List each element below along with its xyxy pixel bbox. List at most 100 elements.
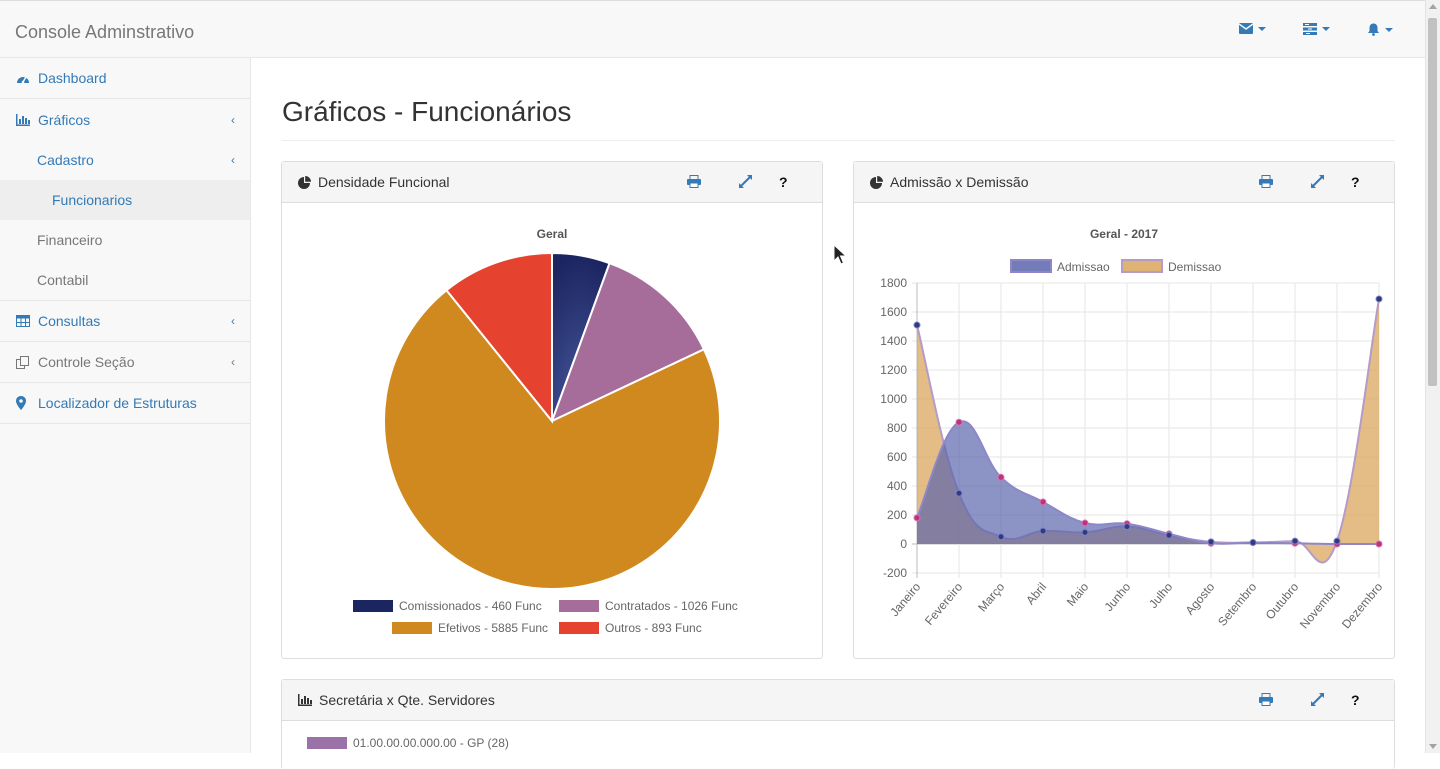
legend-swatch xyxy=(307,737,347,749)
data-point-demissao[interactable] xyxy=(1375,295,1383,303)
legend-label[interactable]: Demissao xyxy=(1168,260,1222,274)
x-tick-label: Abril xyxy=(1023,580,1049,607)
legend-item-secretaria[interactable]: 01.00.00.00.000.00 - GP (28) xyxy=(307,736,509,750)
data-point-demissao[interactable] xyxy=(1333,537,1341,545)
data-point-demissao[interactable] xyxy=(1249,539,1257,547)
bar-chart-icon xyxy=(16,113,32,126)
data-point-demissao[interactable] xyxy=(913,321,921,329)
data-point-admissao[interactable] xyxy=(913,514,921,522)
brand-title[interactable]: Console Adminstrativo xyxy=(15,22,194,43)
data-point-admissao[interactable] xyxy=(997,473,1005,481)
data-point-admissao[interactable] xyxy=(1039,498,1047,506)
print-icon xyxy=(1259,693,1273,706)
legend-item-efetivos[interactable]: Efetivos - 5885 Func xyxy=(392,621,548,635)
legend-swatch xyxy=(392,622,432,634)
sidebar-label: Consultas xyxy=(38,313,101,329)
expand-icon xyxy=(1311,175,1324,188)
legend-swatch xyxy=(559,622,599,634)
map-marker-icon xyxy=(16,396,32,410)
alerts-dropdown[interactable] xyxy=(1367,23,1393,36)
data-point-admissao[interactable] xyxy=(1375,540,1383,548)
chevron-left-icon: ‹ xyxy=(231,153,235,167)
y-tick-label: 1200 xyxy=(880,363,907,377)
y-tick-label: 800 xyxy=(887,421,907,435)
series-area-admissao xyxy=(917,421,1379,545)
pie-chart-icon xyxy=(298,175,311,189)
sidebar-item-financeiro[interactable]: Financeiro xyxy=(0,220,250,260)
expand-button[interactable] xyxy=(1311,693,1324,706)
dashboard-icon xyxy=(16,72,32,84)
area-chart: Geral - 2017 Admissao Demissao -200 0 200 40… xyxy=(880,227,1385,631)
panel-title: Admissão x Demissão xyxy=(890,174,1029,190)
sidebar-item-consultas[interactable]: Consultas ‹ xyxy=(0,301,250,342)
help-button[interactable]: ? xyxy=(1351,174,1360,190)
data-point-demissao[interactable] xyxy=(997,533,1005,541)
mouse-cursor-icon xyxy=(833,244,847,265)
print-icon xyxy=(1259,175,1273,188)
expand-button[interactable] xyxy=(739,175,752,188)
bar-chart-icon xyxy=(298,694,312,706)
data-point-demissao[interactable] xyxy=(1207,538,1215,546)
legend-label[interactable]: Admissao xyxy=(1057,260,1110,274)
print-button[interactable] xyxy=(1259,175,1273,188)
legend-swatch xyxy=(1121,259,1163,273)
panel-title: Densidade Funcional xyxy=(318,174,450,190)
x-tick-label: Junho xyxy=(1102,580,1134,614)
legend-item-comissionados[interactable]: Comissionados - 460 Func xyxy=(353,599,542,613)
y-tick-label: 200 xyxy=(887,508,907,522)
chart-title: Geral - 2017 xyxy=(1090,227,1158,241)
x-tick-label: Fevereiro xyxy=(922,580,966,628)
sidebar-item-contabil[interactable]: Contabil xyxy=(0,260,250,301)
sidebar-label: Gráficos xyxy=(38,111,91,128)
pie-chart-icon xyxy=(870,175,883,189)
envelope-icon xyxy=(1239,23,1253,34)
scrollbar-thumb[interactable] xyxy=(1428,18,1437,386)
expand-button[interactable] xyxy=(1311,175,1324,188)
data-point-admissao[interactable] xyxy=(955,418,963,426)
sidebar-item-cadastro[interactable]: Cadastro ‹ xyxy=(0,140,250,180)
panel-secretaria-servidores: Secretária x Qte. Servidores ? 01.00.00.… xyxy=(281,679,1395,769)
sidebar-label: Dashboard xyxy=(38,70,107,86)
chevron-left-icon: ‹ xyxy=(231,355,235,369)
legend-item-outros[interactable]: Outros - 893 Func xyxy=(559,621,702,635)
panel-title: Secretária x Qte. Servidores xyxy=(319,692,495,708)
y-tick-label: -200 xyxy=(883,566,907,580)
sidebar-item-controle-secao[interactable]: Controle Seção ‹ xyxy=(0,342,250,383)
bell-icon xyxy=(1368,23,1379,36)
messages-dropdown[interactable] xyxy=(1239,23,1266,34)
data-point-demissao[interactable] xyxy=(955,489,963,497)
panel-heading: Densidade Funcional ? xyxy=(282,162,822,203)
sidebar-item-localizador[interactable]: Localizador de Estruturas xyxy=(0,383,250,424)
legend-swatch xyxy=(1010,259,1052,273)
help-button[interactable]: ? xyxy=(1351,692,1360,708)
sidebar-label: Funcionarios xyxy=(52,192,133,208)
data-point-demissao[interactable] xyxy=(1081,528,1089,536)
scroll-up-icon[interactable] xyxy=(1429,4,1437,9)
x-tick-label: Julho xyxy=(1146,580,1175,611)
x-tick-label: Setembro xyxy=(1215,580,1259,629)
sidebar-item-funcionarios[interactable]: Funcionarios xyxy=(0,180,250,220)
print-icon xyxy=(687,175,701,188)
data-point-admissao[interactable] xyxy=(1081,519,1089,527)
legend-label: 01.00.00.00.000.00 - GP (28) xyxy=(353,736,509,750)
data-point-demissao[interactable] xyxy=(1123,523,1131,531)
x-tick-label: Janeiro xyxy=(887,580,923,619)
legend-item-contratados[interactable]: Contratados - 1026 Func xyxy=(559,599,738,613)
legend-swatch xyxy=(353,600,393,612)
data-point-demissao[interactable] xyxy=(1165,531,1173,539)
top-navbar: Console Adminstrativo xyxy=(0,0,1425,58)
y-tick-label: 1000 xyxy=(880,392,907,406)
sidebar-label: Contabil xyxy=(37,272,89,288)
sidebar-label: Localizador de Estruturas xyxy=(38,395,197,411)
chevron-left-icon: ‹ xyxy=(231,314,235,328)
sidebar-item-graficos[interactable]: Gráficos ‹ xyxy=(0,99,250,140)
help-button[interactable]: ? xyxy=(779,174,788,190)
print-button[interactable] xyxy=(1259,693,1273,706)
data-point-demissao[interactable] xyxy=(1291,537,1299,545)
print-button[interactable] xyxy=(687,175,701,188)
data-point-demissao[interactable] xyxy=(1039,527,1047,535)
scroll-down-icon[interactable] xyxy=(1429,744,1437,749)
x-tick-label: Outubro xyxy=(1263,580,1302,622)
sidebar-item-dashboard[interactable]: Dashboard xyxy=(0,58,250,99)
tasks-dropdown[interactable] xyxy=(1303,23,1330,35)
